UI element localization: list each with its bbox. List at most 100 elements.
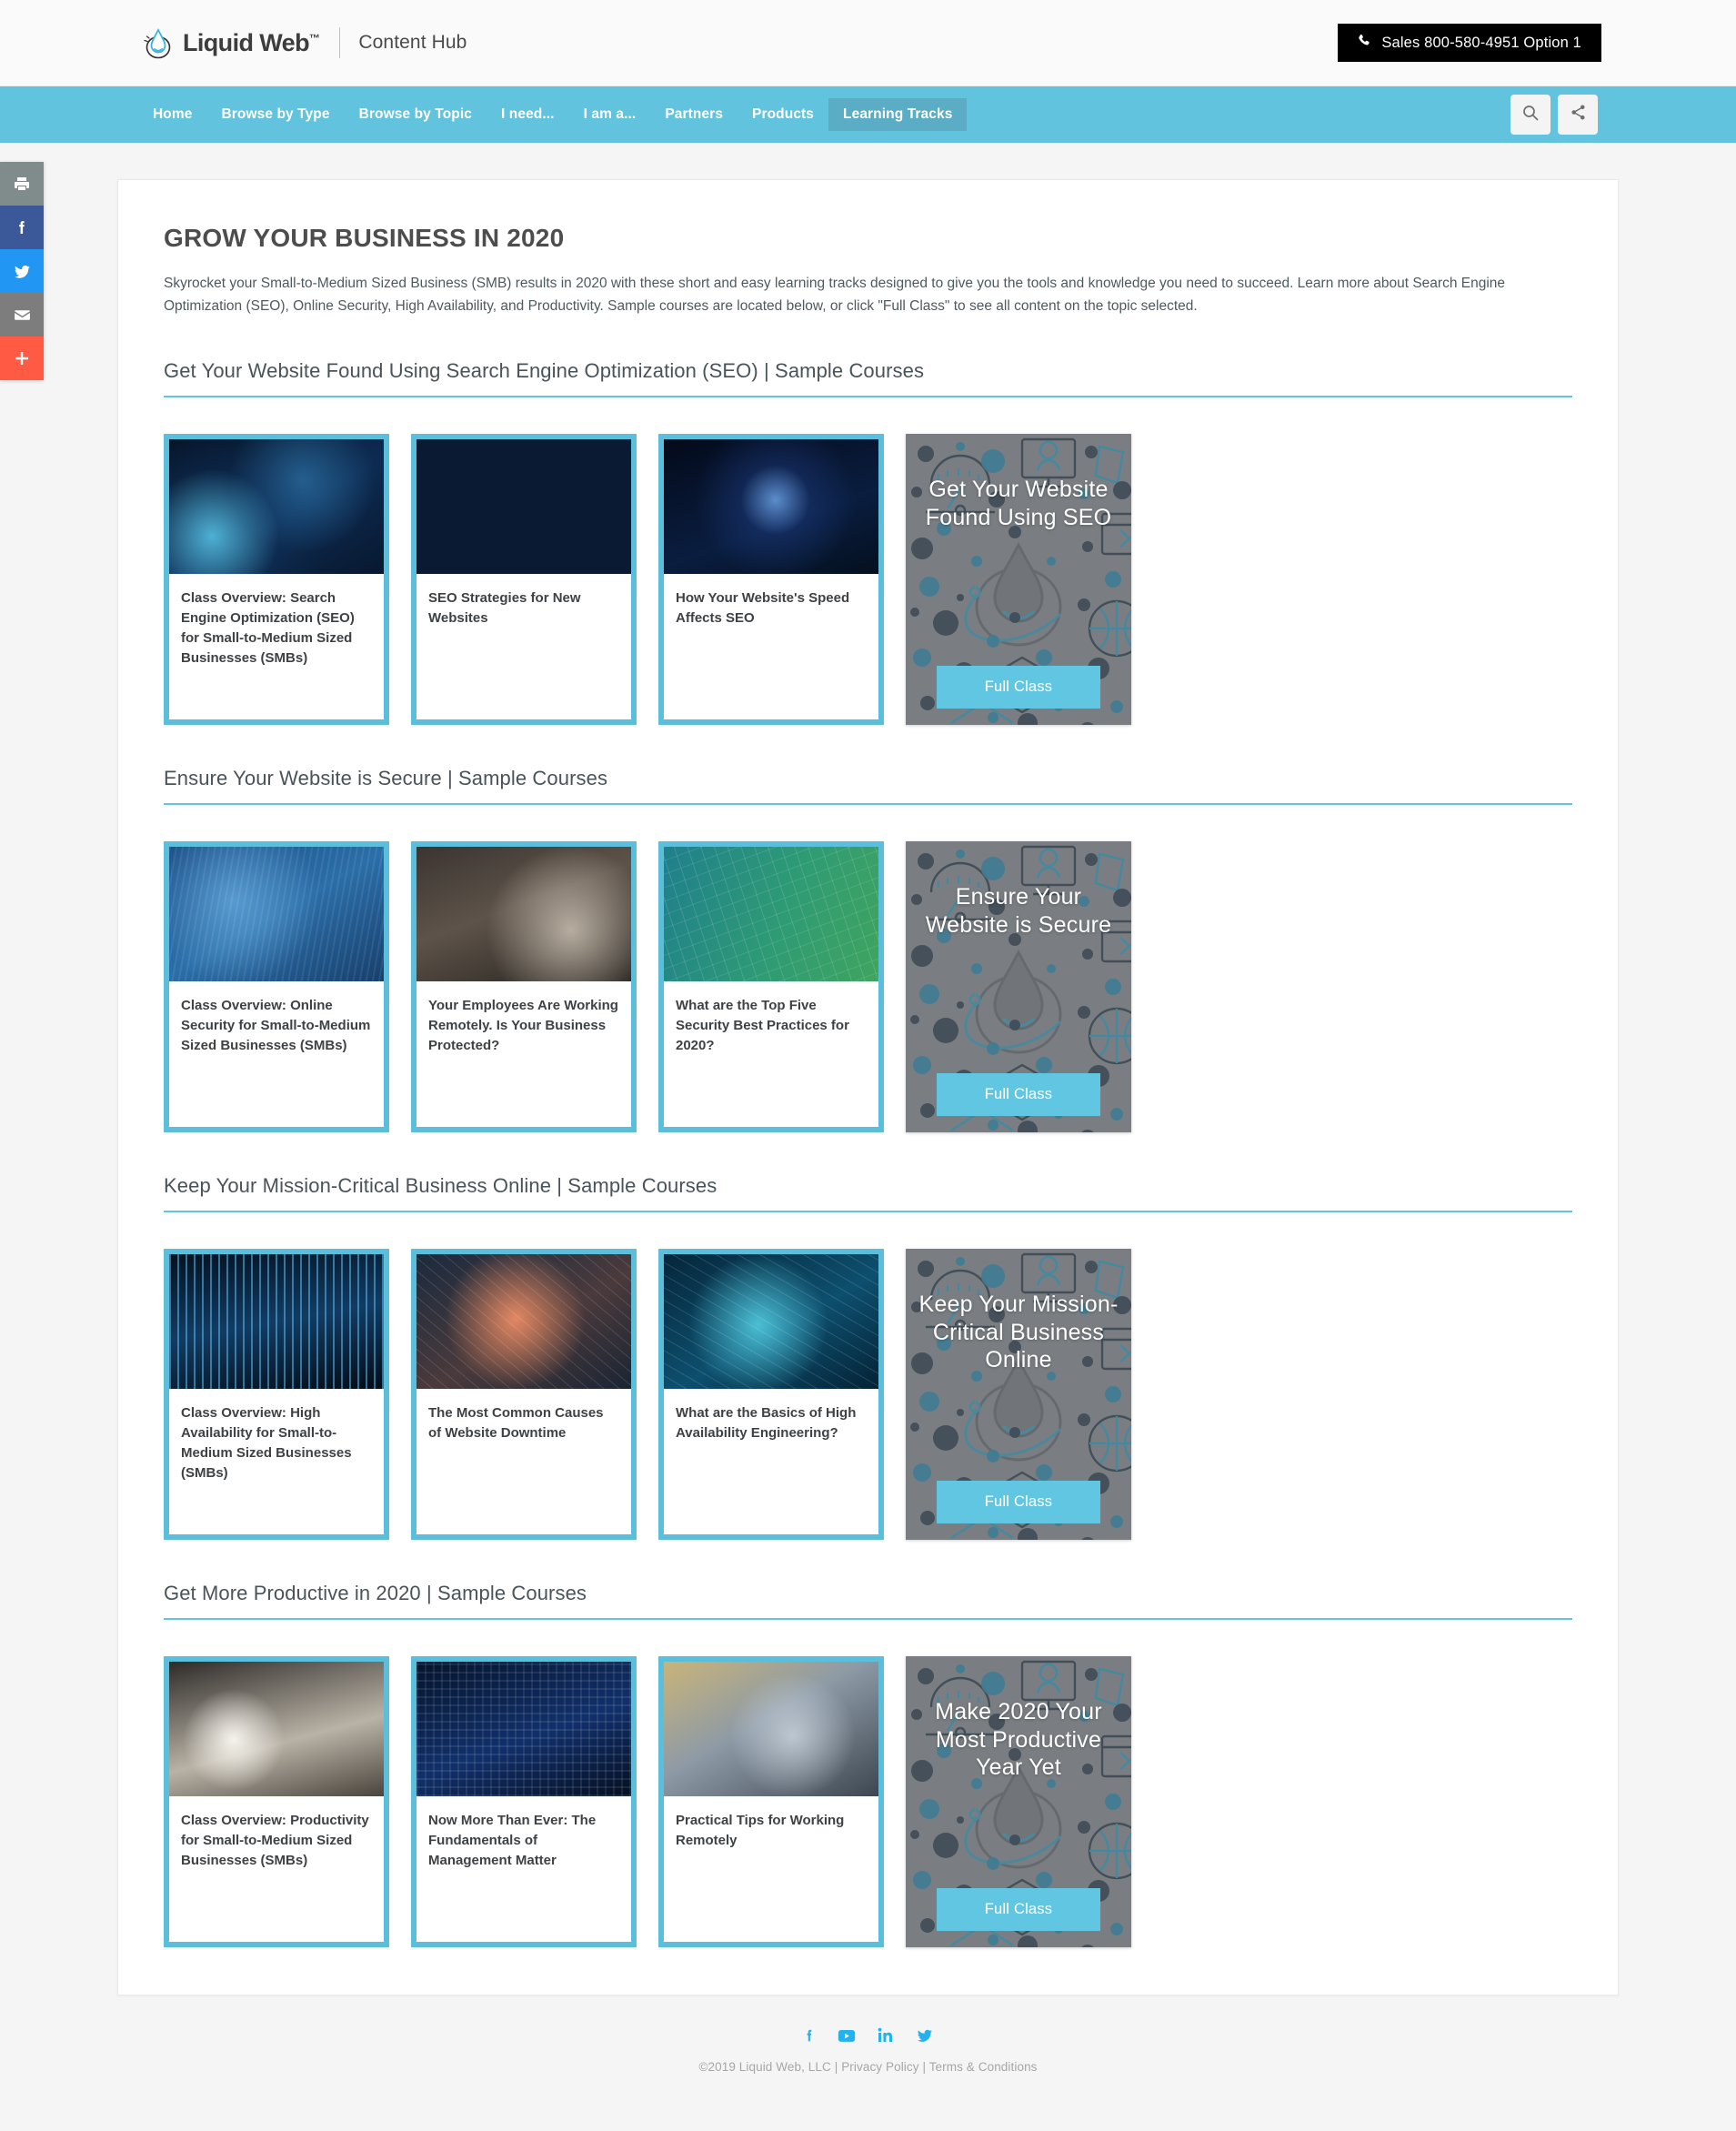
nav-item-i-need[interactable]: I need... [487,98,569,131]
full-class-promo-card[interactable]: Make 2020 Your Most Productive Year Yet F… [906,1656,1131,1948]
course-card-body: Class Overview: Productivity for Small-t… [169,1796,384,1943]
course-title: Class Overview: Search Engine Optimizati… [181,590,355,666]
promo-title: Get Your Website Found Using SEO [925,477,1112,530]
nav-item-browse-by-topic[interactable]: Browse by Topic [345,98,487,131]
nav-item-browse-by-type[interactable]: Browse by Type [206,98,344,131]
phone-icon [1358,34,1371,52]
full-class-button[interactable]: Full Class [937,666,1100,709]
course-card[interactable]: Now More Than Ever: The Fundamentals of … [411,1656,637,1948]
nav-item-products[interactable]: Products [738,98,828,131]
nav-item-learning-tracks[interactable]: Learning Tracks [828,98,968,131]
email-icon[interactable] [0,293,44,337]
liquid-web-droplet-logo-icon [141,25,177,60]
learning-track-section: Keep Your Mission-Critical Business Onli… [164,1174,1572,1541]
print-icon[interactable] [0,162,44,206]
terms-conditions-link[interactable]: Terms & Conditions [929,2060,1038,2074]
sales-phone-button[interactable]: Sales 800-580-4951 Option 1 [1338,24,1601,62]
course-title: Class Overview: Online Security for Smal… [181,998,371,1053]
course-card-body: Your Employees Are Working Remotely. Is … [416,981,631,1128]
page-footer: ©2019 Liquid Web, LLC | Privacy Policy |… [0,1995,1736,2102]
privacy-policy-link[interactable]: Privacy Policy [841,2060,918,2074]
search-button[interactable] [1510,95,1550,135]
footer-sep: | [922,2060,927,2075]
full-class-button[interactable]: Full Class [937,1481,1100,1524]
share-button[interactable] [1558,95,1598,135]
full-class-button[interactable]: Full Class [937,1888,1100,1932]
brand-wordmark: Liquid Web™ [183,28,320,56]
learning-track-section: Ensure Your Website is Secure | Sample C… [164,767,1572,1133]
section-heading: Get Your Website Found Using Search Engi… [164,359,1572,398]
nav-item-home[interactable]: Home [138,98,206,131]
course-card[interactable]: What are the Basics of High Availability… [658,1249,884,1541]
promo-title: Keep Your Mission-Critical Business Onli… [918,1292,1119,1373]
full-class-promo-card[interactable]: Get Your Website Found Using SEO Full Cla… [906,434,1131,726]
social-share-rail [0,162,44,380]
course-title: Practical Tips for Working Remotely [676,1813,845,1849]
nav-item-partners[interactable]: Partners [650,98,738,131]
page-wrapper: GROW YOUR BUSINESS IN 2020 Skyrocket you… [0,143,1736,1996]
course-card[interactable]: Class Overview: Productivity for Small-t… [164,1656,389,1948]
section-heading: Get More Productive in 2020 | Sample Cou… [164,1582,1572,1621]
brand-lockup[interactable]: Liquid Web™ Content Hub [141,25,467,60]
course-thumbnail [169,847,384,982]
course-card[interactable]: Class Overview: Online Security for Smal… [164,841,389,1133]
course-card-body: Class Overview: Search Engine Optimizati… [169,574,384,720]
course-card-row: Class Overview: High Availability for Sm… [164,1249,1572,1541]
course-card-body: Now More Than Ever: The Fundamentals of … [416,1796,631,1943]
footer-legal: ©2019 Liquid Web, LLC | Privacy Policy |… [0,2060,1736,2074]
course-title: Class Overview: Productivity for Small-t… [181,1813,369,1868]
course-card-body: The Most Common Causes of Website Downti… [416,1389,631,1535]
brand-divider [339,27,341,58]
course-thumbnail [664,1662,878,1797]
page-intro: Skyrocket your Small-to-Medium Sized Bus… [164,276,1506,315]
facebook-icon[interactable] [0,206,44,249]
course-thumbnail [416,1254,631,1390]
page-title: GROW YOUR BUSINESS IN 2020 [164,224,565,252]
nav-item-i-am-a[interactable]: I am a... [569,98,651,131]
linkedin-icon[interactable] [877,2026,895,2045]
twitter-icon[interactable] [915,2026,935,2045]
section-heading: Ensure Your Website is Secure | Sample C… [164,767,1572,806]
more-share-icon[interactable] [0,337,44,380]
twitter-icon[interactable] [0,249,44,293]
course-thumbnail [664,1254,878,1390]
course-card[interactable]: How Your Website's Speed Affects SEO [658,434,884,726]
course-card[interactable]: The Most Common Causes of Website Downti… [411,1249,637,1541]
course-card[interactable]: Class Overview: High Availability for Sm… [164,1249,389,1541]
learning-track-section: Get Your Website Found Using Search Engi… [164,359,1572,726]
section-heading: Keep Your Mission-Critical Business Onli… [164,1174,1572,1213]
sales-phone-label: Sales 800-580-4951 Option 1 [1381,34,1581,51]
course-card-body: Class Overview: Online Security for Smal… [169,981,384,1128]
course-card[interactable]: Practical Tips for Working Remotely [658,1656,884,1948]
full-class-promo-card[interactable]: Keep Your Mission-Critical Business Onli… [906,1249,1131,1541]
course-card[interactable]: SEO Strategies for New Websites [411,434,637,726]
course-card-row: Class Overview: Online Security for Smal… [164,841,1572,1133]
promo-title: Ensure Your Website is Secure [925,884,1112,938]
course-card-row: Class Overview: Productivity for Small-t… [164,1656,1572,1948]
course-thumbnail [169,439,384,575]
course-card[interactable]: Your Employees Are Working Remotely. Is … [411,841,637,1133]
course-thumbnail [664,847,878,982]
course-card[interactable]: What are the Top Five Security Best Prac… [658,841,884,1133]
course-title: What are the Basics of High Availability… [676,1405,857,1442]
course-title: Class Overview: High Availability for Sm… [181,1405,352,1481]
course-thumbnail [664,439,878,575]
full-class-button[interactable]: Full Class [937,1073,1100,1117]
full-class-promo-card[interactable]: Ensure Your Website is Secure Full Class [906,841,1131,1133]
course-thumbnail [416,1662,631,1797]
course-card-body: Practical Tips for Working Remotely [664,1796,878,1943]
course-card-row: Class Overview: Search Engine Optimizati… [164,434,1572,726]
footer-social-links [0,2026,1736,2045]
content-card: GROW YOUR BUSINESS IN 2020 Skyrocket you… [117,179,1619,1996]
top-header: Liquid Web™ Content Hub Sales 800-580-49… [0,0,1736,86]
primary-navbar: Home Browse by Type Browse by Topic I need.… [0,86,1736,143]
nav-links: Home Browse by Type Browse by Topic I need.… [138,98,968,131]
youtube-icon[interactable] [837,2026,857,2045]
course-card-body: What are the Top Five Security Best Prac… [664,981,878,1128]
search-icon [1521,104,1540,126]
course-card[interactable]: Class Overview: Search Engine Optimizati… [164,434,389,726]
course-title: What are the Top Five Security Best Prac… [676,998,849,1053]
nav-tools [1510,95,1598,135]
copyright-text: ©2019 Liquid Web, LLC [698,2060,831,2075]
facebook-icon[interactable] [802,2026,817,2045]
